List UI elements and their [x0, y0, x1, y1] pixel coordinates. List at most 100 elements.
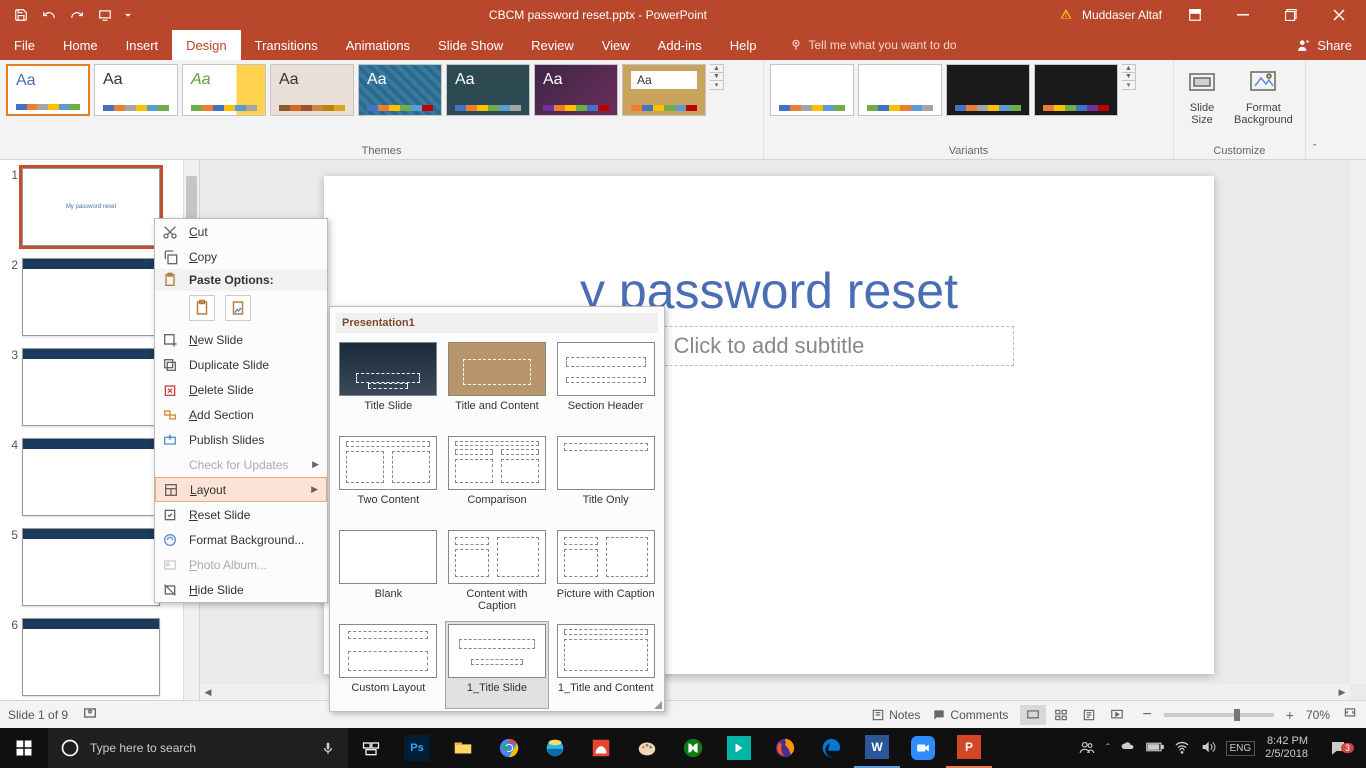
zoom-slider[interactable] [1164, 713, 1274, 717]
theme-4[interactable]: Aa [270, 64, 354, 116]
app-photoshop[interactable]: Ps [394, 728, 440, 768]
collapse-ribbon-button[interactable]: ˆ [1306, 60, 1324, 159]
slide-size-button[interactable]: Slide Size [1180, 64, 1224, 128]
layout-two-content[interactable]: Two Content [336, 433, 441, 521]
theme-3[interactable]: Aa [182, 64, 266, 116]
layout-1-title-content[interactable]: 1_Title and Content [553, 621, 658, 709]
redo-button[interactable] [64, 2, 90, 28]
task-view-button[interactable] [348, 728, 394, 768]
paste-use-destination[interactable] [189, 295, 215, 321]
ribbon-display-button[interactable] [1172, 0, 1218, 30]
taskbar-search[interactable]: Type here to search [48, 728, 348, 768]
layout-blank[interactable]: Blank [336, 527, 441, 615]
slide-thumbnail-6[interactable]: 6 [0, 610, 199, 700]
tray-onedrive-icon[interactable] [1120, 739, 1136, 758]
view-sorter[interactable] [1048, 705, 1074, 725]
zoom-percent[interactable]: 70% [1306, 708, 1330, 722]
undo-button[interactable] [36, 2, 62, 28]
mic-icon[interactable] [320, 740, 336, 756]
app-xbox[interactable] [670, 728, 716, 768]
theme-6[interactable]: Aa [446, 64, 530, 116]
themes-gallery-more[interactable]: ▲▼▾ [710, 64, 724, 90]
ctx-add-section[interactable]: Add Section [155, 402, 327, 427]
tray-clock[interactable]: 8:42 PM 2/5/2018 [1265, 735, 1308, 761]
tab-view[interactable]: View [588, 30, 644, 60]
app-filmora[interactable] [716, 728, 762, 768]
share-button[interactable]: Share [1283, 30, 1366, 60]
theme-8[interactable]: Aa [622, 64, 706, 116]
layout-title-only[interactable]: Title Only [553, 433, 658, 521]
fit-to-window-button[interactable] [1342, 706, 1358, 723]
tray-wifi-icon[interactable] [1174, 739, 1190, 758]
ctx-layout[interactable]: Layout▶ [155, 477, 327, 502]
tab-slideshow[interactable]: Slide Show [424, 30, 517, 60]
notes-button[interactable]: Notes [871, 708, 920, 722]
tab-addins[interactable]: Add-ins [644, 30, 716, 60]
layout-section-header[interactable]: Section Header [553, 339, 658, 427]
theme-5[interactable]: Aa [358, 64, 442, 116]
view-normal[interactable] [1020, 705, 1046, 725]
app-powerpoint[interactable]: P [946, 728, 992, 768]
ctx-publish-slides[interactable]: Publish Slides [155, 427, 327, 452]
tab-file[interactable]: File [0, 30, 49, 60]
theme-office[interactable]: Aa [6, 64, 90, 116]
tab-help[interactable]: Help [716, 30, 771, 60]
layout-custom[interactable]: Custom Layout [336, 621, 441, 709]
layout-1-title-slide[interactable]: 1_Title Slide [445, 621, 550, 709]
ctx-copy[interactable]: Copy [155, 244, 327, 269]
app-paint3d[interactable] [578, 728, 624, 768]
tray-people[interactable] [1078, 738, 1096, 759]
qat-more-button[interactable] [120, 2, 136, 28]
tray-volume-icon[interactable] [1200, 739, 1216, 758]
ctx-reset-slide[interactable]: Reset Slide [155, 502, 327, 527]
variants-gallery-more[interactable]: ▲▼▾ [1122, 64, 1136, 90]
zoom-in-button[interactable]: + [1286, 707, 1294, 723]
variant-1[interactable] [770, 64, 854, 116]
ctx-hide-slide[interactable]: Hide Slide [155, 577, 327, 602]
layout-picture-caption[interactable]: Picture with Caption [553, 527, 658, 615]
view-reading[interactable] [1076, 705, 1102, 725]
app-firefox[interactable] [762, 728, 808, 768]
tab-insert[interactable]: Insert [112, 30, 173, 60]
tab-review[interactable]: Review [517, 30, 588, 60]
app-paint[interactable] [624, 728, 670, 768]
format-background-button[interactable]: Format Background [1228, 64, 1299, 128]
ctx-delete-slide[interactable]: Delete Slide [155, 377, 327, 402]
variant-3[interactable] [946, 64, 1030, 116]
maximize-button[interactable] [1268, 0, 1314, 30]
tray-expand-icon[interactable]: ˆ [1106, 743, 1109, 754]
canvas-vscrollbar[interactable] [1350, 160, 1366, 684]
ctx-cut[interactable]: Cut [155, 219, 327, 244]
start-button[interactable] [0, 728, 48, 768]
app-word[interactable]: W [854, 728, 900, 768]
app-edge[interactable] [808, 728, 854, 768]
tab-animations[interactable]: Animations [332, 30, 424, 60]
tab-design[interactable]: Design [172, 30, 240, 60]
tray-language[interactable]: ENG [1226, 741, 1256, 756]
theme-7[interactable]: Aa [534, 64, 618, 116]
comments-button[interactable]: Comments [932, 708, 1008, 722]
tab-home[interactable]: Home [49, 30, 112, 60]
app-zoom[interactable] [900, 728, 946, 768]
variant-2[interactable] [858, 64, 942, 116]
theme-2[interactable]: Aa [94, 64, 178, 116]
layout-title-content[interactable]: Title and Content [445, 339, 550, 427]
zoom-out-button[interactable]: − [1142, 706, 1151, 724]
app-ie[interactable] [532, 728, 578, 768]
ctx-new-slide[interactable]: New Slide [155, 327, 327, 352]
variant-4[interactable] [1034, 64, 1118, 116]
close-button[interactable] [1316, 0, 1362, 30]
save-button[interactable] [8, 2, 34, 28]
tray-notifications[interactable]: 3 [1318, 739, 1358, 757]
app-explorer[interactable] [440, 728, 486, 768]
tell-me-search[interactable]: Tell me what you want to do [789, 30, 957, 60]
paste-picture[interactable] [225, 295, 251, 321]
minimize-button[interactable] [1220, 0, 1266, 30]
layout-comparison[interactable]: Comparison [445, 433, 550, 521]
tab-transitions[interactable]: Transitions [241, 30, 332, 60]
ctx-format-background[interactable]: Format Background... [155, 527, 327, 552]
accessibility-icon[interactable] [82, 705, 98, 724]
layout-content-caption[interactable]: Content with Caption [445, 527, 550, 615]
tray-battery-icon[interactable] [1146, 741, 1164, 756]
flyout-resize-grip[interactable] [652, 699, 662, 709]
